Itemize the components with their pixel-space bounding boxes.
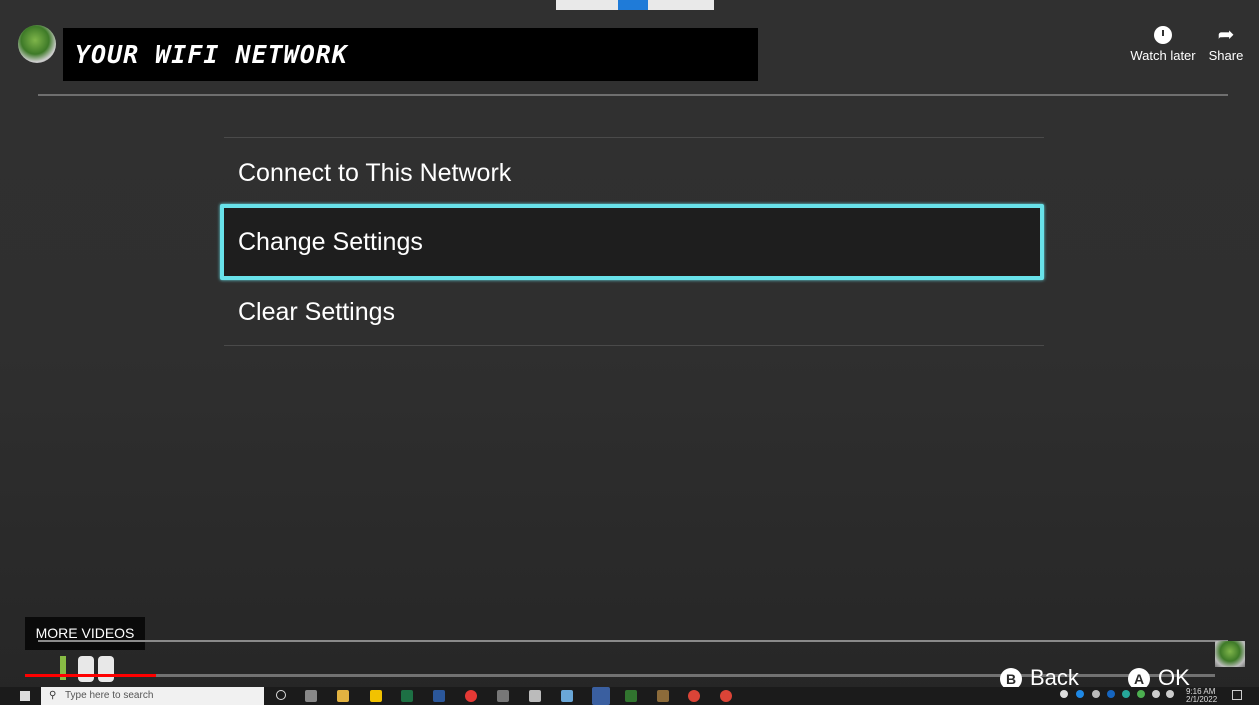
channel-avatar[interactable] bbox=[18, 25, 56, 63]
watch-later-label: Watch later bbox=[1130, 48, 1196, 63]
onedrive-icon[interactable] bbox=[1060, 690, 1068, 698]
footer-divider bbox=[38, 640, 1228, 642]
tray-teal-icon[interactable] bbox=[1122, 690, 1130, 698]
taskbar-search-input[interactable]: ⚲ Type here to search bbox=[41, 687, 264, 705]
app-gray-icon[interactable] bbox=[497, 690, 509, 702]
word-icon[interactable] bbox=[433, 690, 445, 702]
bluetooth-icon[interactable] bbox=[1107, 690, 1115, 698]
search-icon: ⚲ bbox=[49, 690, 57, 701]
windows-taskbar: ⚲ Type here to search 9:16 AM 2/1/2022 bbox=[0, 687, 1259, 705]
app-brown-icon[interactable] bbox=[657, 690, 669, 702]
tray-green-icon[interactable] bbox=[1137, 690, 1145, 698]
app-arrow-icon[interactable] bbox=[529, 690, 541, 702]
share-label: Share bbox=[1208, 48, 1244, 63]
clock-icon bbox=[1128, 22, 1198, 48]
video-title[interactable]: YOUR WIFI NETWORK bbox=[63, 28, 758, 81]
taskbar-date: 2/1/2022 bbox=[1186, 695, 1218, 704]
notification-icon[interactable] bbox=[1232, 690, 1242, 700]
wifi-icon[interactable] bbox=[1152, 690, 1160, 698]
channel-watermark[interactable] bbox=[1215, 641, 1245, 667]
task-view-icon[interactable] bbox=[305, 690, 317, 702]
menu-bottom-divider bbox=[224, 345, 1044, 346]
search-placeholder: Type here to search bbox=[65, 690, 154, 701]
tray-network-icon[interactable] bbox=[1092, 690, 1100, 698]
joycon-controller-icon bbox=[60, 656, 120, 684]
menu-item-connect[interactable]: Connect to This Network bbox=[224, 138, 1044, 208]
taskbar-clock[interactable]: 9:16 AM 2/1/2022 bbox=[1186, 688, 1217, 704]
menu-item-change-settings[interactable]: Change Settings bbox=[220, 204, 1044, 280]
header-divider bbox=[38, 94, 1228, 96]
progress-bar[interactable] bbox=[25, 674, 156, 677]
network-options-menu: Connect to This Network Change Settings … bbox=[220, 137, 1044, 346]
video-player[interactable]: YOUR WIFI NETWORK Watch later ➦ Share Co… bbox=[0, 0, 1259, 705]
app-blue-icon[interactable] bbox=[561, 690, 573, 702]
windows-start-icon[interactable] bbox=[20, 691, 30, 701]
share-button[interactable]: ➦ Share bbox=[1205, 22, 1247, 63]
tray-blue-icon[interactable] bbox=[1076, 690, 1084, 698]
chrome-profile-icon[interactable] bbox=[720, 690, 732, 702]
chrome-icon[interactable] bbox=[688, 690, 700, 702]
volume-icon[interactable] bbox=[1166, 690, 1174, 698]
excel-icon[interactable] bbox=[401, 690, 413, 702]
app-red-icon[interactable] bbox=[465, 690, 477, 702]
share-arrow-icon: ➦ bbox=[1217, 24, 1235, 46]
watch-later-button[interactable]: Watch later bbox=[1128, 22, 1198, 63]
menu-item-clear-settings[interactable]: Clear Settings bbox=[224, 277, 1044, 347]
sticky-notes-icon[interactable] bbox=[370, 690, 382, 702]
file-explorer-icon[interactable] bbox=[337, 690, 349, 702]
cortana-icon[interactable] bbox=[276, 690, 286, 700]
more-videos-button[interactable]: MORE VIDEOS bbox=[25, 617, 145, 650]
top-window-strip bbox=[556, 0, 714, 10]
project-icon[interactable] bbox=[625, 690, 637, 702]
active-app-icon[interactable] bbox=[592, 687, 610, 705]
